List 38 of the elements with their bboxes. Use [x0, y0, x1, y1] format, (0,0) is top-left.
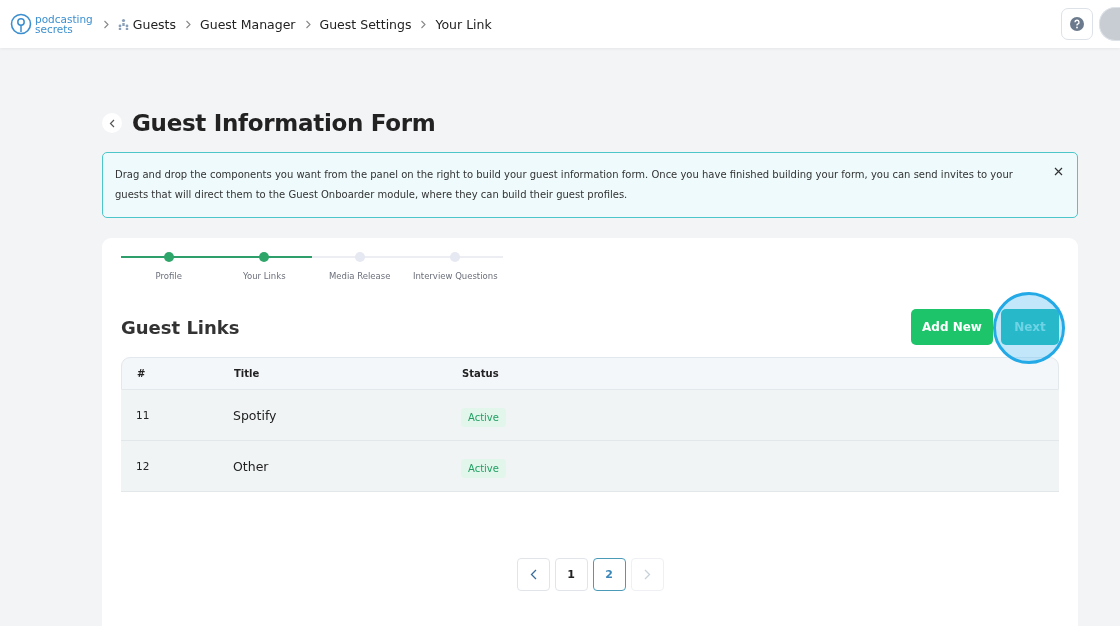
step-label[interactable]: Profile [155, 271, 182, 281]
chevron-right-icon [102, 19, 109, 29]
section-title: Guest Links [121, 316, 240, 338]
logo-icon [10, 13, 32, 35]
close-icon[interactable] [1054, 167, 1063, 176]
step-label[interactable]: Your Links [242, 271, 286, 281]
help-icon [1070, 17, 1084, 31]
breadcrumb-link[interactable]: Guest Settings [319, 16, 412, 32]
previous-page-button[interactable] [516, 558, 550, 591]
table-cell-text: Other [232, 458, 270, 474]
chevron-left-icon [529, 569, 537, 580]
column-header: # [136, 368, 147, 379]
avatar[interactable] [1099, 7, 1120, 41]
page-button[interactable]: 1 [554, 558, 588, 591]
help-button[interactable] [1061, 8, 1093, 40]
page-button[interactable]: 2 [592, 558, 626, 591]
breadcrumb-link[interactable]: Guest Manager [200, 16, 296, 32]
breadcrumb-link[interactable]: Your Link [435, 16, 492, 32]
logo[interactable]: podcasting secrets [10, 13, 93, 35]
status-badge: Active [461, 407, 506, 427]
page-title: Guest Information Form [132, 110, 436, 136]
back-button[interactable] [102, 113, 122, 133]
chevron-right-icon [304, 19, 311, 29]
column-header: Status [461, 368, 500, 379]
chevron-left-icon [109, 118, 115, 128]
people-icon [117, 18, 129, 30]
table-cell-text: 11 [135, 409, 151, 421]
chevron-right-icon [643, 569, 651, 580]
step-label[interactable]: Interview Questions [412, 271, 498, 281]
table-cell-text: 12 [135, 460, 151, 472]
chevron-right-icon [185, 19, 192, 29]
column-header: Title [233, 368, 261, 379]
table-cell-text: Spotify [232, 407, 278, 423]
chevron-right-icon [420, 19, 427, 29]
breadcrumb-link[interactable]: Guests [117, 16, 177, 32]
step-label[interactable]: Media Release [329, 271, 391, 281]
status-badge: Active [461, 458, 506, 478]
info-text: Drag and drop the components you want from the panel on the right to build your guest information form. Once you have finished building your form, you can send invites to your guests that will direct them to the Guest Onboarder module, where they can build their guest profiles. [115, 168, 1014, 202]
